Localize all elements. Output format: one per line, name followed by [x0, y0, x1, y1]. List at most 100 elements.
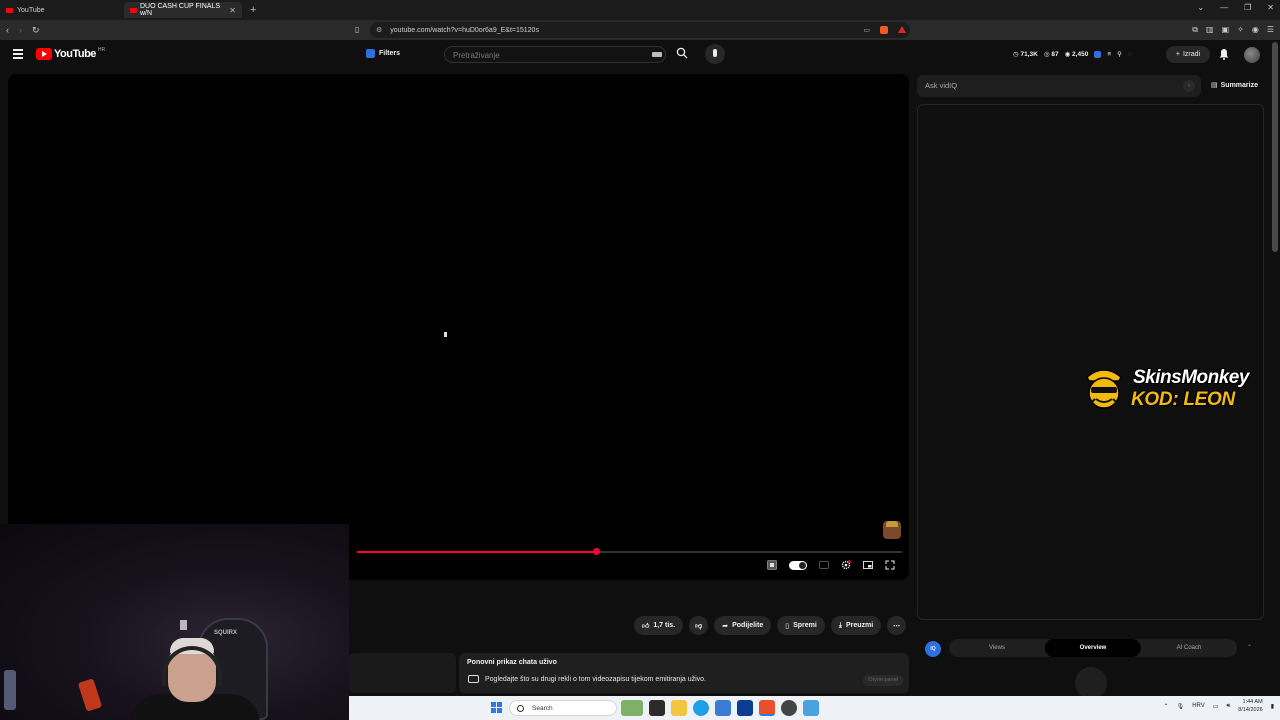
progress-scrubber[interactable]: [593, 548, 601, 555]
taskbar-apps: [621, 700, 819, 716]
site-info-icon[interactable]: ⚙: [376, 26, 382, 34]
vpn-icon[interactable]: ◉: [1252, 25, 1259, 35]
tab-overview[interactable]: Overview: [1045, 639, 1141, 657]
chevron-up-icon[interactable]: ⌃: [1247, 644, 1252, 651]
leo-icon[interactable]: ✧: [1237, 25, 1244, 35]
logo-wordmark: YouTube: [54, 48, 96, 60]
notepad-icon[interactable]: [803, 700, 819, 716]
keyboard-icon[interactable]: [652, 52, 662, 57]
vidiq-logo[interactable]: IQ: [925, 641, 941, 657]
close-window-button[interactable]: ✕: [1267, 3, 1274, 12]
filters-button[interactable]: Filters: [366, 49, 400, 58]
vidiq-icon[interactable]: [1094, 50, 1102, 58]
fullscreen-icon[interactable]: [885, 560, 895, 570]
mouse-cursor-icon: [444, 332, 447, 337]
autoplay-toggle[interactable]: [789, 560, 807, 570]
vidiq-player-icon[interactable]: [767, 560, 777, 570]
forward-icon[interactable]: ›: [19, 25, 22, 36]
like-button[interactable]: 👍︎ 1,7 tis.: [634, 616, 684, 635]
download-button[interactable]: ⤓ Preuzmi: [830, 616, 882, 635]
create-button[interactable]: + Izradi: [1166, 46, 1210, 63]
youtube-logo[interactable]: YouTube HR: [36, 47, 106, 60]
edge-icon[interactable]: [693, 700, 709, 716]
subtitles-icon[interactable]: [819, 560, 829, 570]
volume-icon[interactable]: 🔊︎: [1226, 703, 1230, 710]
ask-vidiq-input[interactable]: Ask vidIQ ›: [917, 75, 1201, 97]
sidebar-icon[interactable]: ▥: [1206, 25, 1214, 35]
trophy-icon[interactable]: ⚲: [1117, 50, 1122, 58]
hamburger-menu-icon[interactable]: [13, 49, 23, 61]
filters-label: Filters: [379, 50, 401, 57]
send-arrow-icon[interactable]: ›: [1183, 80, 1195, 92]
address-bar[interactable]: ⚙ youtube.com/watch?v=huD0or6a9_E&t=1512…: [370, 22, 910, 38]
youtube-favicon-icon: [130, 7, 137, 13]
chat-bubble-icon: [468, 675, 479, 683]
notifications-icon[interactable]: ▮: [1271, 703, 1274, 710]
save-button[interactable]: ▯ Spremi: [777, 616, 825, 635]
progress-bar[interactable]: [357, 548, 902, 555]
brave-shield-icon[interactable]: [880, 26, 888, 34]
search-icon[interactable]: [676, 47, 688, 59]
create-label: Izradi: [1182, 51, 1201, 58]
miniplayer-icon[interactable]: [863, 560, 873, 570]
logo-country: HR: [97, 47, 106, 53]
open-panel-button[interactable]: Otvori panel: [863, 675, 903, 686]
browser-toolbar: ‹ › ↻ ▯ ⚙ youtube.com/watch?v=huD0or6a9_…: [0, 20, 1280, 40]
new-tab-button[interactable]: +: [250, 4, 256, 16]
more-actions-button[interactable]: ⋯: [887, 616, 907, 635]
bottle-image: [4, 670, 16, 710]
views-value: 71,3K: [1020, 51, 1038, 58]
nav-buttons: ‹ › ↻: [6, 25, 40, 36]
taskbar-search[interactable]: Search: [509, 700, 617, 716]
avatar[interactable]: [1244, 47, 1260, 63]
reload-icon[interactable]: ↻: [32, 25, 40, 36]
mail-icon[interactable]: [715, 700, 731, 716]
clock[interactable]: 1:44 AM 8/14/2026: [1238, 698, 1262, 714]
network-icon[interactable]: ▭: [1213, 703, 1219, 710]
sponsor-overlay: SkinsMonkey KOD: LEON: [1077, 361, 1277, 415]
task-view-icon[interactable]: [649, 700, 665, 716]
settings-gear-icon[interactable]: [841, 560, 851, 570]
page-scrollbar[interactable]: [1272, 42, 1278, 252]
notifications-bell-icon[interactable]: [1218, 48, 1230, 60]
wallet-icon[interactable]: ▣: [1222, 25, 1230, 35]
cast-icon[interactable]: ▭: [863, 26, 870, 34]
maximize-button[interactable]: ❐: [1244, 3, 1251, 12]
tab-ai-coach[interactable]: AI Coach: [1141, 639, 1237, 657]
file-explorer-icon[interactable]: [671, 700, 687, 716]
likes-value: 87: [1051, 51, 1059, 58]
tab-youtube[interactable]: YouTube: [0, 2, 124, 18]
sponsor-code: KOD: LEON: [1131, 389, 1235, 410]
minimize-button[interactable]: —: [1220, 3, 1228, 12]
alert-icon[interactable]: ◌: [1128, 51, 1132, 58]
tag-image: [180, 620, 187, 630]
vidiq-icon: [366, 49, 375, 58]
video-player[interactable]: [8, 74, 909, 580]
store-icon[interactable]: [737, 700, 753, 716]
tab-video[interactable]: DUO CASH CUP FINALS w/N ✕: [124, 2, 242, 18]
dislike-button[interactable]: 👎︎: [689, 616, 709, 635]
menu-icon[interactable]: ☰: [1267, 25, 1274, 35]
language-indicator[interactable]: HRV: [1192, 703, 1205, 709]
subs-stat: ◉ 2,450: [1064, 51, 1089, 58]
windows-start-icon[interactable]: [491, 702, 502, 713]
share-button[interactable]: ➦ Podijelite: [714, 616, 772, 635]
description-card[interactable]: [349, 653, 456, 693]
search-input[interactable]: Pretraživanje: [444, 46, 666, 63]
voice-search-button[interactable]: [705, 44, 725, 64]
brave-rewards-icon[interactable]: [898, 26, 906, 33]
brave-browser-icon[interactable]: [759, 700, 775, 716]
list-icon[interactable]: ≡: [1107, 51, 1111, 58]
chevron-down-icon[interactable]: ⌄: [1197, 3, 1204, 12]
mic-tray-icon[interactable]: 🎙︎: [1177, 703, 1185, 710]
chevron-up-icon[interactable]: ⌃: [1164, 703, 1169, 710]
summarize-button[interactable]: ▤ Summarize: [1211, 81, 1258, 90]
game-app-icon[interactable]: [621, 700, 643, 716]
close-tab-icon[interactable]: ✕: [229, 6, 236, 15]
bookmark-icon[interactable]: ▯: [355, 25, 359, 34]
plus-icon: +: [1175, 51, 1180, 58]
tab-views[interactable]: Views: [949, 639, 1045, 657]
obs-icon[interactable]: [781, 700, 797, 716]
back-icon[interactable]: ‹: [6, 25, 9, 36]
extensions-icon[interactable]: ⧉: [1192, 25, 1198, 35]
